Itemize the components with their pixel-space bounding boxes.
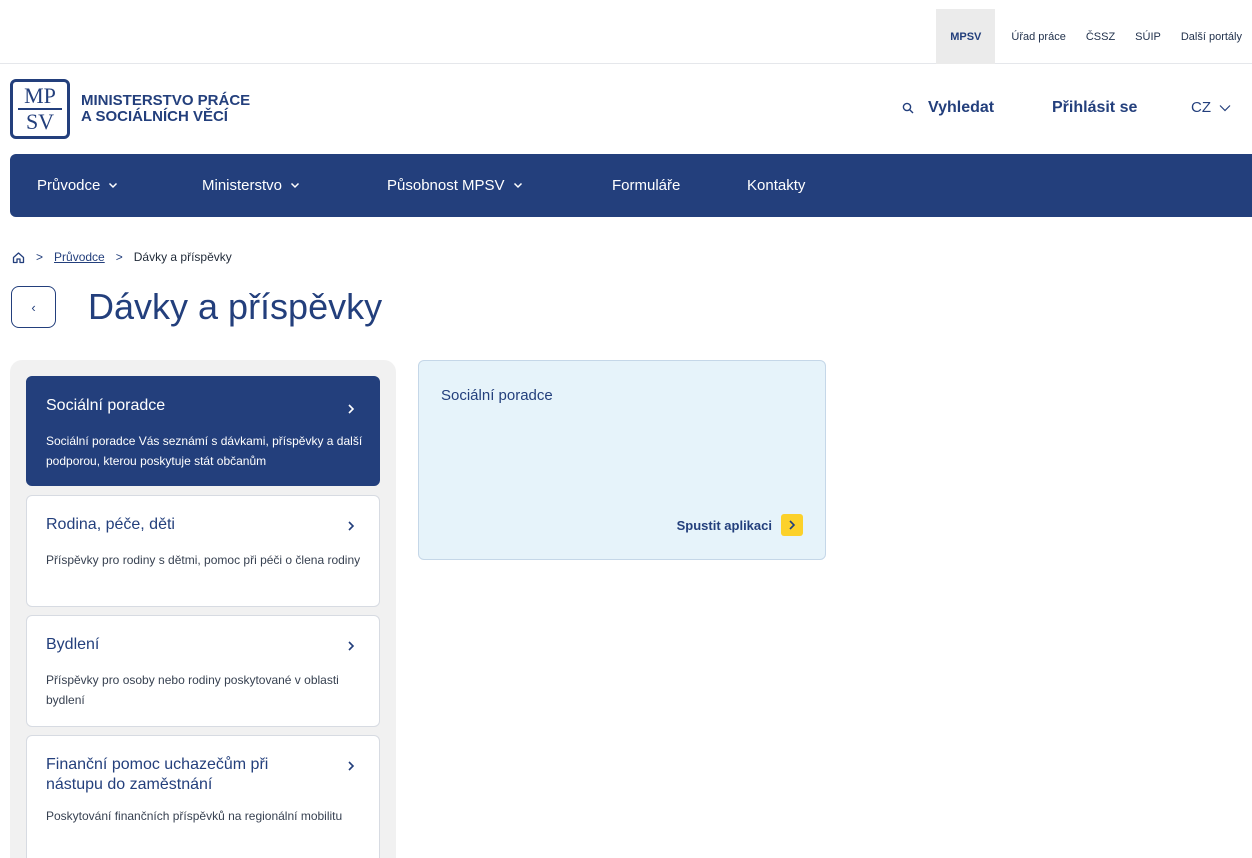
portal-link-urad-prace[interactable]: Úřad práce <box>995 9 1075 64</box>
breadcrumb-separator: > <box>36 250 44 264</box>
language-selector[interactable]: CZ <box>1191 99 1231 116</box>
main-nav: Průvodce Ministerstvo Působnost MPSV For… <box>10 154 1252 217</box>
card-description: Sociální poradce Vás seznámí s dávkami, … <box>46 434 363 468</box>
sidebar-card-socialni-poradce[interactable]: Sociální poradce Sociální poradce Vás se… <box>26 376 380 486</box>
tile-title: Sociální poradce <box>441 387 553 404</box>
sidebar-card-financni-pomoc[interactable]: Finanční pomoc uchazečům při nástupu do … <box>26 735 380 858</box>
language-label: CZ <box>1191 99 1211 116</box>
nav-item-label: Působnost MPSV <box>387 177 505 194</box>
portal-link-cssz[interactable]: ČSSZ <box>1076 9 1125 64</box>
chevron-left-icon: ‹ <box>31 299 36 315</box>
nav-item-ministerstvo[interactable]: Ministerstvo <box>202 154 300 217</box>
sidebar-card-rodina-pece-deti[interactable]: Rodina, péče, děti Příspěvky pro rodiny … <box>26 495 380 607</box>
chevron-down-icon <box>1219 104 1231 111</box>
card-title: Bydlení <box>46 636 100 653</box>
nav-item-label: Kontakty <box>747 177 806 194</box>
logo[interactable]: MP SV MINISTERSTVO PRÁCE A SOCIÁLNÍCH VĚ… <box>10 79 250 139</box>
nav-item-pruvodce[interactable]: Průvodce <box>37 154 118 217</box>
breadcrumb-separator: > <box>115 250 123 264</box>
chevron-down-icon <box>513 182 522 189</box>
launch-app-label: Spustit aplikaci <box>676 517 772 533</box>
card-description: Příspěvky pro rodiny s dětmi, pomoc při … <box>46 553 361 567</box>
back-button[interactable]: ‹ <box>11 286 56 328</box>
chevron-right-icon <box>348 641 355 651</box>
nav-item-label: Průvodce <box>37 177 101 194</box>
portal-link-suip[interactable]: SÚIP <box>1125 9 1171 64</box>
logo-text-line2: A SOCIÁLNÍCH VĚCÍ <box>81 108 228 125</box>
card-title: Sociální poradce <box>46 397 166 414</box>
launch-app-button[interactable]: Spustit aplikaci <box>677 514 803 536</box>
card-description: Příspěvky pro osoby nebo rodiny poskytov… <box>46 673 339 707</box>
chevron-down-icon <box>109 182 118 189</box>
nav-item-label: Formuláře <box>612 177 681 194</box>
logo-mark-line1: MP <box>18 85 62 110</box>
portal-bar: MPSV Úřad práce ČSSZ SÚIP Další portály <box>0 0 1252 64</box>
logo-mark: MP SV <box>10 79 70 139</box>
portal-link-dalsi-portaly[interactable]: Další portály <box>1171 9 1252 64</box>
content-tile-socialni-poradce: Sociální poradce Spustit aplikaci <box>418 360 826 560</box>
chevron-right-icon <box>348 521 355 531</box>
chevron-down-icon <box>291 182 300 189</box>
sidebar: Sociální poradce Sociální poradce Vás se… <box>10 360 396 858</box>
card-description: Poskytování finančních příspěvků na regi… <box>46 809 343 823</box>
breadcrumb: > Průvodce > Dávky a příspěvky <box>12 250 232 264</box>
arrow-right-icon <box>781 514 803 536</box>
home-icon[interactable] <box>12 251 25 264</box>
search-icon <box>902 102 914 114</box>
search-label: Vyhledat <box>928 99 995 116</box>
logo-mark-line2: SV <box>25 109 55 134</box>
chevron-right-icon <box>348 404 355 414</box>
nav-item-pusobnost-mpsv[interactable]: Působnost MPSV <box>387 154 523 217</box>
breadcrumb-link-pruvodce[interactable]: Průvodce <box>54 250 105 264</box>
page-title: Dávky a příspěvky <box>88 286 383 327</box>
card-title: Finanční pomoc uchazečům při nástupu do … <box>46 756 269 793</box>
site-header: MP SV MINISTERSTVO PRÁCE A SOCIÁLNÍCH VĚ… <box>0 64 1252 154</box>
nav-item-kontakty[interactable]: Kontakty <box>747 154 805 217</box>
card-title: Rodina, péče, děti <box>46 516 175 533</box>
logo-text-line1: MINISTERSTVO PRÁCE <box>81 92 251 109</box>
login-button[interactable]: Přihlásit se <box>1052 99 1137 117</box>
chevron-right-icon <box>348 761 355 771</box>
nav-item-label: Ministerstvo <box>202 177 283 194</box>
portal-link-mpsv[interactable]: MPSV <box>936 9 996 64</box>
portal-links: MPSV Úřad práce ČSSZ SÚIP Další portály <box>936 9 1252 64</box>
logo-text: MINISTERSTVO PRÁCE A SOCIÁLNÍCH VĚCÍ <box>81 93 250 125</box>
nav-item-formulare[interactable]: Formuláře <box>612 154 680 217</box>
search-button[interactable]: Vyhledat <box>902 99 994 117</box>
breadcrumb-current: Dávky a příspěvky <box>133 250 232 264</box>
sidebar-card-bydleni[interactable]: Bydlení Příspěvky pro osoby nebo rodiny … <box>26 615 380 727</box>
